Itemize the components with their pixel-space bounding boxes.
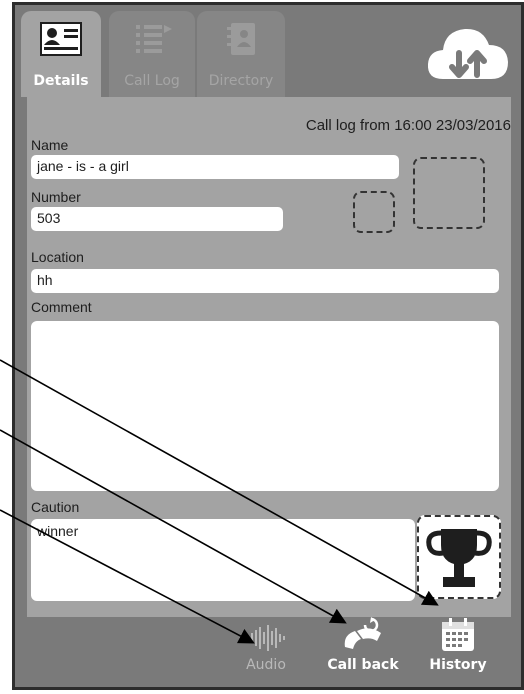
number-label: Number bbox=[31, 189, 81, 205]
call-log-info: Call log from 16:00 23/03/2016 bbox=[305, 117, 511, 134]
audio-label: Audio bbox=[246, 657, 286, 673]
trophy-icon bbox=[426, 529, 492, 587]
details-card-icon bbox=[40, 22, 82, 56]
calendar-icon bbox=[442, 618, 474, 651]
tab-call-log-label: Call Log bbox=[124, 73, 180, 89]
directory-book-icon bbox=[227, 23, 255, 55]
app-window: Details Call Log Directory Call log from… bbox=[12, 2, 524, 690]
caution-field[interactable]: winner bbox=[31, 519, 415, 601]
call-back-label: Call back bbox=[327, 657, 399, 673]
tab-directory[interactable]: Directory bbox=[197, 11, 285, 97]
tab-call-log[interactable]: Call Log bbox=[109, 11, 195, 97]
history-button[interactable]: History bbox=[423, 617, 493, 673]
comment-textarea[interactable] bbox=[31, 321, 499, 491]
tab-directory-label: Directory bbox=[208, 73, 274, 89]
number-field[interactable]: 503 bbox=[31, 207, 283, 231]
details-panel: Call log from 16:00 23/03/2016 Name jane… bbox=[27, 97, 511, 617]
name-field[interactable]: jane - is - a girl bbox=[31, 155, 399, 179]
caution-label: Caution bbox=[31, 499, 80, 515]
audio-button[interactable]: Audio bbox=[235, 623, 297, 673]
comment-label: Comment bbox=[31, 299, 92, 315]
location-label: Location bbox=[31, 249, 84, 265]
name-label: Name bbox=[31, 137, 69, 153]
call-back-button[interactable]: Call back bbox=[321, 617, 405, 673]
small-photo-placeholder[interactable] bbox=[353, 191, 395, 233]
call-back-phone-icon bbox=[344, 617, 381, 649]
history-label: History bbox=[429, 657, 487, 673]
large-photo-placeholder[interactable] bbox=[413, 157, 485, 229]
tab-details-label: Details bbox=[33, 73, 89, 89]
audio-waveform-icon bbox=[247, 625, 285, 651]
tab-details[interactable]: Details bbox=[21, 11, 101, 97]
call-log-list-icon bbox=[136, 25, 172, 53]
cloud-sync-icon[interactable] bbox=[425, 19, 511, 89]
trophy-badge[interactable] bbox=[417, 515, 501, 599]
location-field[interactable]: hh bbox=[31, 269, 499, 293]
tab-strip: Details Call Log Directory bbox=[15, 5, 521, 97]
